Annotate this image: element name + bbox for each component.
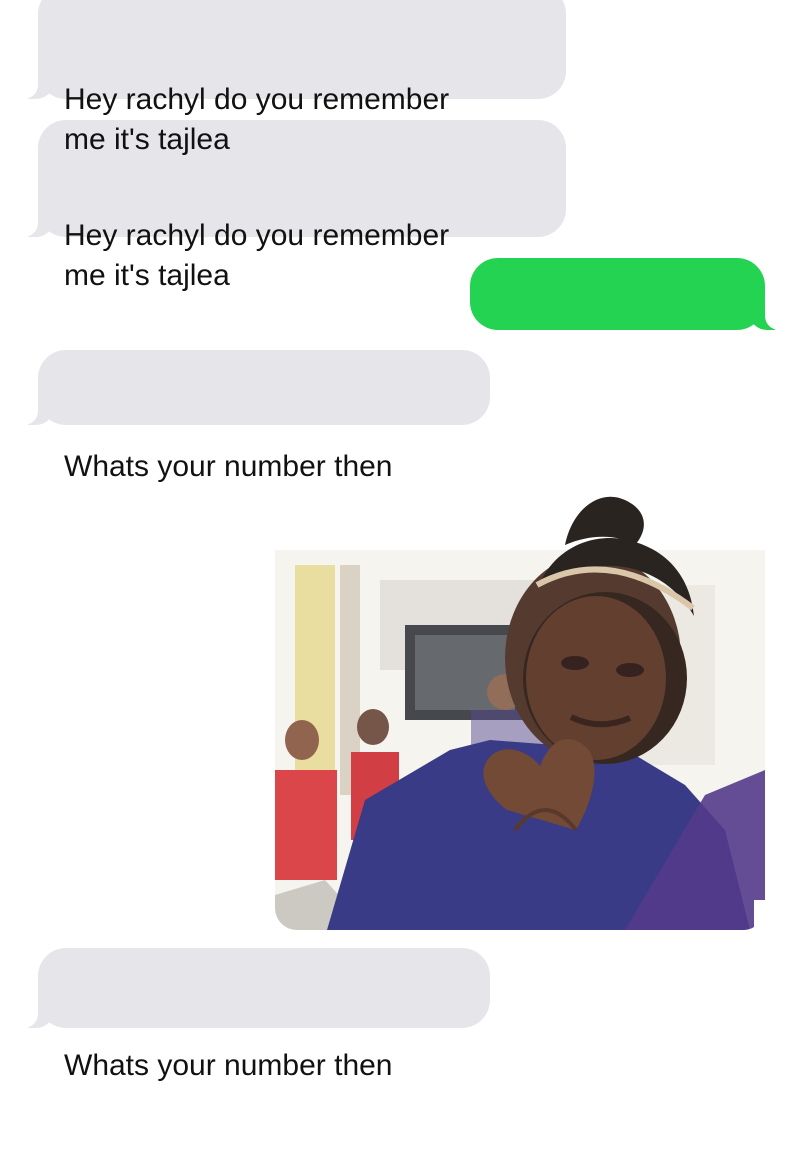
message-text: Hey rachyl do you remember me it's tajle… <box>64 219 450 292</box>
message-text: Whats your number then <box>64 450 393 483</box>
message-text: Hey rachyl do you remember me it's tajle… <box>64 83 450 156</box>
reaction-photo-image <box>275 440 765 930</box>
photo-attachment[interactable] <box>275 440 765 930</box>
incoming-message-bubble[interactable]: Hey rachyl do you remember me it's tajle… <box>16 0 566 156</box>
message-thread: Hey rachyl do you remember me it's tajle… <box>0 0 800 1082</box>
incoming-message-bubble[interactable]: Whats your number then <box>16 350 490 483</box>
image-tail-mask <box>754 900 780 930</box>
message-text: Whats your number then <box>64 1049 393 1082</box>
incoming-message-bubble[interactable]: Whats your number then <box>16 948 490 1082</box>
message-text: Wrong number <box>498 355 696 388</box>
